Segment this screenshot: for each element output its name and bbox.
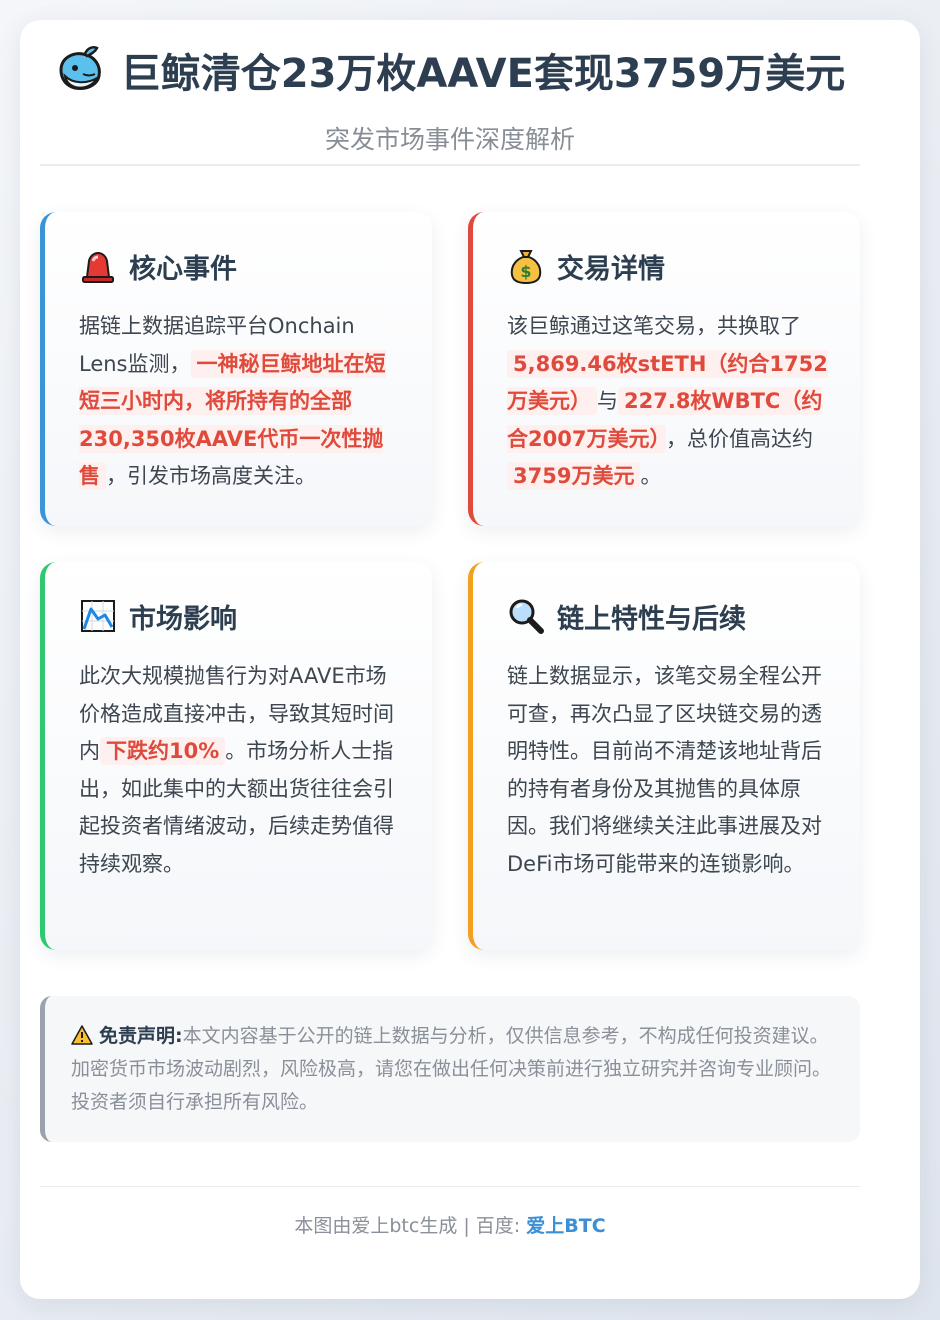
page-header: 巨鲸清仓23万枚AAVE套现3759万美元 突发市场事件深度解析 [40, 40, 860, 166]
money-bag-icon: $ [507, 247, 545, 285]
footer-divider [40, 1186, 860, 1187]
section-market-impact-body: 此次大规模抛售行为对AAVE市场价格造成直接冲击，导致其短时间内 下跌约10% 。市… [79, 658, 402, 883]
footer: 本图由爱上btc生成 | 百度: 爱上BTC [40, 1212, 860, 1240]
disclaimer-text: 本文内容基于公开的链上数据与分析，仅供信息参考，不构成任何投资建议。加密货币市场… [71, 1025, 832, 1113]
section-onchain-followup-head: 链上特性与后续 [507, 594, 830, 638]
page-subtitle: 突发市场事件深度解析 [324, 125, 575, 154]
onchain-text-1: 链上数据显示，该笔交易全程公开可查，再次凸显了区块链交易的透明特性。目前尚不清楚… [507, 664, 822, 876]
magnifier-icon [507, 597, 545, 635]
whale-icon [55, 44, 107, 96]
section-onchain-followup-title: 链上特性与后续 [557, 603, 746, 635]
trade-text-2: 与 [597, 389, 618, 413]
section-onchain-followup: 链上特性与后续 链上数据显示，该笔交易全程公开可查，再次凸显了区块链交易的透明特… [468, 562, 860, 950]
disclaimer-label: 免责声明: [99, 1025, 183, 1047]
section-trade-details-title: 交易详情 [557, 253, 665, 285]
siren-icon [79, 247, 117, 285]
trade-text-3: ，总价值高达约 [665, 426, 813, 451]
disclaimer-box: 免责声明:本文内容基于公开的链上数据与分析，仅供信息参考，不构成任何投资建议。加… [40, 996, 860, 1142]
footer-prefix: 本图由爱上btc生成 | 百度: [294, 1215, 527, 1237]
section-market-impact-title: 市场影响 [129, 603, 237, 635]
trade-highlight-total: 3759万美元 [507, 462, 641, 490]
chart-down-icon [79, 597, 117, 635]
section-onchain-followup-body: 链上数据显示，该笔交易全程公开可查，再次凸显了区块链交易的透明特性。目前尚不清楚… [507, 658, 830, 883]
page-title: 巨鲸清仓23万枚AAVE套现3759万美元 [120, 51, 846, 97]
section-trade-details: $ 交易详情 该巨鲸通过这笔交易，共换取了5,869.46枚stETH（约合17… [468, 212, 860, 526]
footer-brand-link[interactable]: 爱上BTC [526, 1215, 605, 1237]
impact-highlight: 下跌约10% [100, 737, 226, 765]
section-trade-details-head: $ 交易详情 [507, 244, 830, 288]
section-core-event-body: 据链上数据追踪平台Onchain Lens监测， 一神秘巨鲸地址在短短三小时内，将… [79, 308, 402, 496]
section-market-impact: 市场影响 此次大规模抛售行为对AAVE市场价格造成直接冲击，导致其短时间内 下跌约… [40, 562, 432, 950]
svg-text:$: $ [520, 262, 531, 281]
section-core-event-title: 核心事件 [129, 253, 237, 285]
section-core-event: 核心事件 据链上数据追踪平台Onchain Lens监测， 一神秘巨鲸地址在短短三… [40, 212, 432, 526]
trade-text-4: 。 [640, 464, 662, 488]
section-trade-details-body: 该巨鲸通过这笔交易，共换取了5,869.46枚stETH（约合1752万美元）与… [507, 308, 830, 496]
page-title-row: 巨鲸清仓23万枚AAVE套现3759万美元 [40, 40, 860, 100]
section-market-impact-head: 市场影响 [79, 594, 402, 638]
trade-text-1: 该巨鲸通过这笔交易，共换取了 [507, 314, 801, 338]
core-text-2: ，引发市场高度关注。 [106, 464, 316, 488]
warning-icon [71, 1023, 93, 1045]
section-core-event-head: 核心事件 [79, 244, 402, 288]
